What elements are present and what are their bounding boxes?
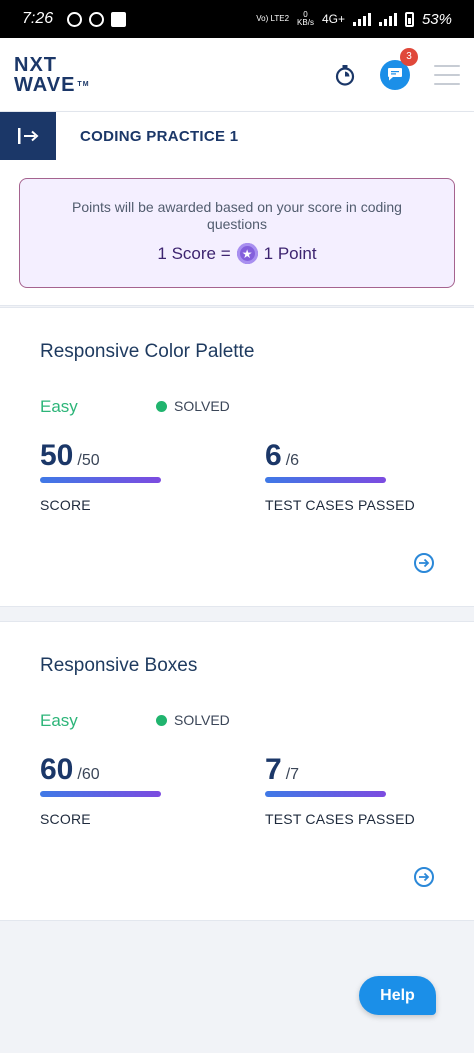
score-total: /60 <box>77 766 100 783</box>
score-progress-bar <box>40 477 161 483</box>
difficulty-label: Easy <box>40 397 78 416</box>
tests-progress-bar <box>265 791 386 797</box>
points-banner: Points will be awarded based on your sco… <box>19 178 455 288</box>
score-value: 50 <box>40 439 74 472</box>
app-header: NXT WAVE TM 3 <box>0 38 474 112</box>
points-rate-left: 1 Score = <box>157 243 231 263</box>
battery-icon <box>404 11 414 27</box>
score-value: 60 <box>40 753 74 786</box>
status-bar: 7:26 Vo) LTE2 0 KB/s 4G+ 53% <box>0 0 474 38</box>
score-label: SCORE <box>40 811 91 827</box>
points-note: Points will be awarded based on your sco… <box>72 199 402 232</box>
points-section: Points will be awarded based on your sco… <box>0 160 474 306</box>
status-badge: SOLVED <box>156 398 230 414</box>
arrow-right-circle-icon[interactable] <box>414 867 434 887</box>
logo-trademark: TM <box>77 80 90 88</box>
tests-passed-value: 6 <box>265 439 282 472</box>
solved-dot-icon <box>156 714 167 726</box>
linkedin-icon <box>111 11 127 27</box>
points-rate: 1 Score = ★ 1 Point <box>44 243 430 264</box>
nxtwave-logo[interactable]: NXT WAVE TM <box>14 55 90 95</box>
score-progress-bar <box>40 791 161 797</box>
tests-metric: 6/6 TEST CASES PASSED <box>265 439 415 513</box>
page-title: CODING PRACTICE 1 <box>80 127 239 145</box>
solved-dot-icon <box>156 400 167 412</box>
arrow-right-bar-icon <box>18 128 39 144</box>
volte-indicator: Vo) LTE2 <box>256 14 290 23</box>
status-text: SOLVED <box>174 712 230 728</box>
snapchat-icon <box>89 11 105 27</box>
arrow-right-circle-icon[interactable] <box>414 553 434 573</box>
whatsapp-icon <box>67 11 83 27</box>
chat-button[interactable]: 3 <box>380 47 418 90</box>
tests-total: /7 <box>285 766 300 783</box>
logo-line-1: NXT <box>14 53 57 76</box>
star-coin-icon: ★ <box>236 243 258 264</box>
network-type: 4G+ <box>321 12 345 26</box>
tests-passed-value: 7 <box>265 753 282 786</box>
hamburger-menu-icon[interactable] <box>434 64 460 85</box>
tests-total: /6 <box>285 452 300 469</box>
network-speed-unit: KB/s <box>297 18 314 27</box>
tests-metric: 7/7 TEST CASES PASSED <box>265 753 415 827</box>
status-time: 7:26 <box>22 10 54 27</box>
help-button[interactable]: Help <box>359 976 436 1015</box>
tests-label: TEST CASES PASSED <box>265 811 415 827</box>
score-metric: 50/50 SCORE <box>40 439 161 513</box>
notification-icons <box>67 11 127 27</box>
signal-icon-2 <box>378 12 397 26</box>
score-label: SCORE <box>40 497 91 513</box>
logo-line-2: WAVE <box>14 73 76 96</box>
difficulty-label: Easy <box>40 711 78 730</box>
system-indicators: Vo) LTE2 0 KB/s 4G+ 53% <box>256 11 452 28</box>
network-speed: 0 KB/s <box>297 11 314 27</box>
status-text: SOLVED <box>174 398 230 414</box>
score-metric: 60/60 SCORE <box>40 753 161 827</box>
question-title: Responsive Boxes <box>40 655 198 676</box>
question-card[interactable]: Responsive Boxes Easy SOLVED 60/60 SCORE… <box>0 621 474 921</box>
battery-percent: 53% <box>421 10 452 28</box>
expand-sidebar-button[interactable] <box>0 112 56 160</box>
chat-icon <box>388 68 402 81</box>
signal-icon <box>352 12 371 26</box>
practice-header: CODING PRACTICE 1 <box>0 112 474 160</box>
points-rate-right: 1 Point <box>263 243 317 263</box>
tests-progress-bar <box>265 477 386 483</box>
stopwatch-icon[interactable] <box>334 64 356 86</box>
status-badge: SOLVED <box>156 712 230 728</box>
question-card[interactable]: Responsive Color Palette Easy SOLVED 50/… <box>0 307 474 607</box>
score-total: /50 <box>77 452 100 469</box>
chat-badge: 3 <box>400 47 418 66</box>
question-title: Responsive Color Palette <box>40 341 255 362</box>
tests-label: TEST CASES PASSED <box>265 497 415 513</box>
